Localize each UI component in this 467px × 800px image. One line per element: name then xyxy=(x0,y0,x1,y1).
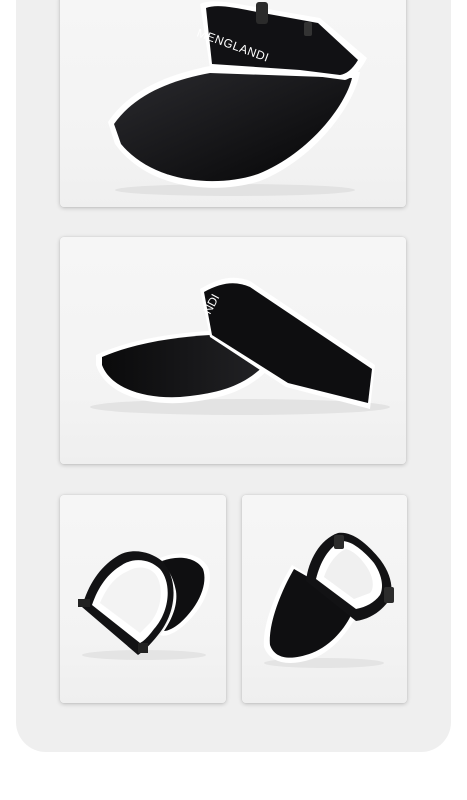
product-image-back[interactable] xyxy=(242,495,407,703)
product-image-side[interactable]: NDI xyxy=(60,237,406,464)
visor-cap-image: NDI xyxy=(90,277,390,415)
visor-cap-image xyxy=(78,551,210,660)
visor-cap-image xyxy=(263,532,394,668)
visor-cap-image: MENGLANDI xyxy=(108,1,367,196)
product-image-front[interactable]: MENGLANDI xyxy=(60,0,406,207)
product-image-inside[interactable] xyxy=(60,495,226,703)
